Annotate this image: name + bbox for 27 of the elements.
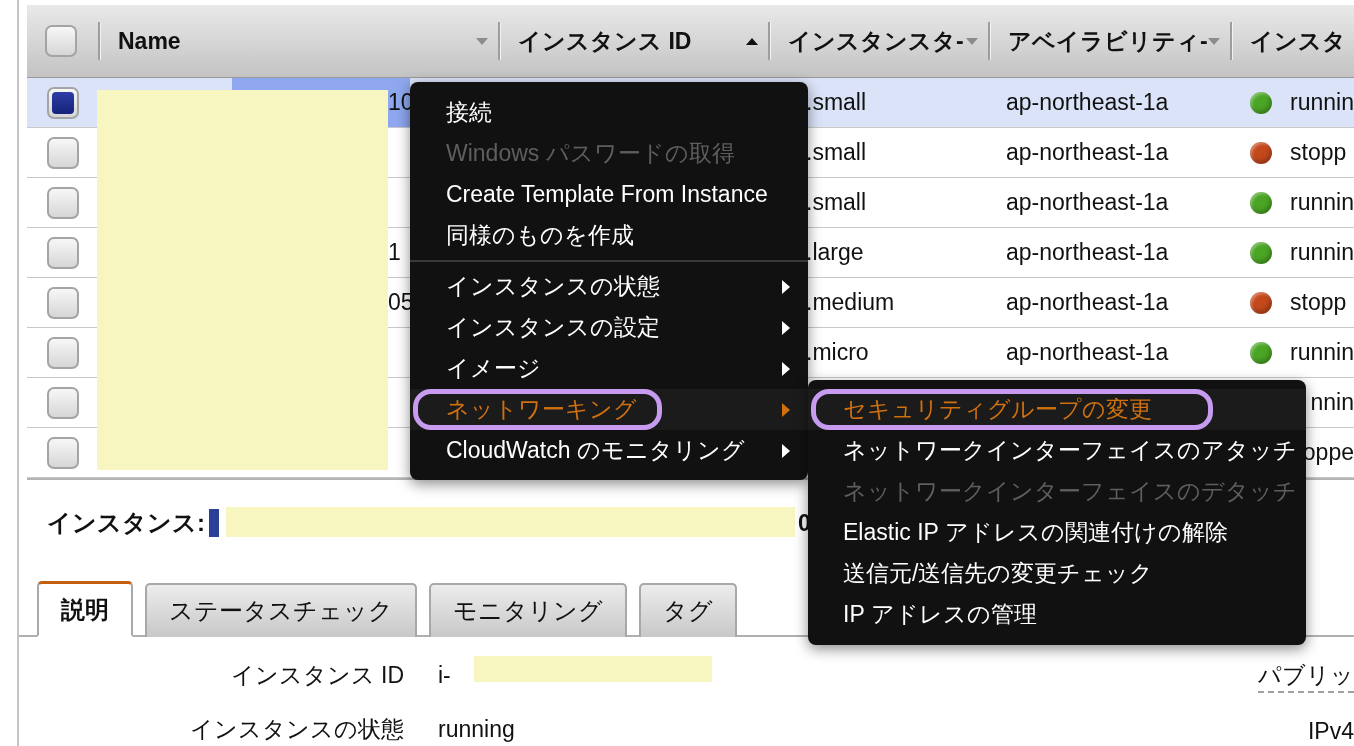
table-cell: ap-northeast-1a xyxy=(1006,239,1169,266)
table-cell: .medium xyxy=(806,289,895,316)
table-cell: runnin xyxy=(1290,339,1354,366)
table-cell: stopp xyxy=(1290,289,1347,316)
table-cell: 1 xyxy=(388,239,401,266)
field-value: running xyxy=(438,715,515,743)
table-cell: .micro xyxy=(806,339,869,366)
field-label: インスタンスの状態 xyxy=(189,714,404,744)
table-cell: ap-northeast-1a xyxy=(1006,189,1169,216)
table-cell: ap-northeast-1a xyxy=(1006,339,1169,366)
field-label: インスタンス ID xyxy=(229,660,404,690)
table-cell: .large xyxy=(806,239,864,266)
table-cell: runnin xyxy=(1290,239,1354,266)
table-cell: stopp xyxy=(1290,139,1347,166)
table-cell: ap-northeast-1a xyxy=(1006,289,1169,316)
table-cell: runnin xyxy=(1290,89,1354,116)
field-label: IPv4 xyxy=(1307,716,1354,746)
instance-label: インスタンス: xyxy=(47,508,205,538)
table-cell: ap-northeast-1a xyxy=(1006,89,1169,116)
table-cell: .small xyxy=(806,189,867,216)
table-cell: nnin xyxy=(1310,389,1354,416)
table-cell: .small xyxy=(806,139,867,166)
table-cell: .small xyxy=(806,89,867,116)
field-label: パブリッ xyxy=(1258,659,1354,693)
field-value: i- xyxy=(438,661,451,689)
table-cell: runnin xyxy=(1290,189,1354,216)
table-cell: ap-northeast-1a xyxy=(1006,139,1169,166)
